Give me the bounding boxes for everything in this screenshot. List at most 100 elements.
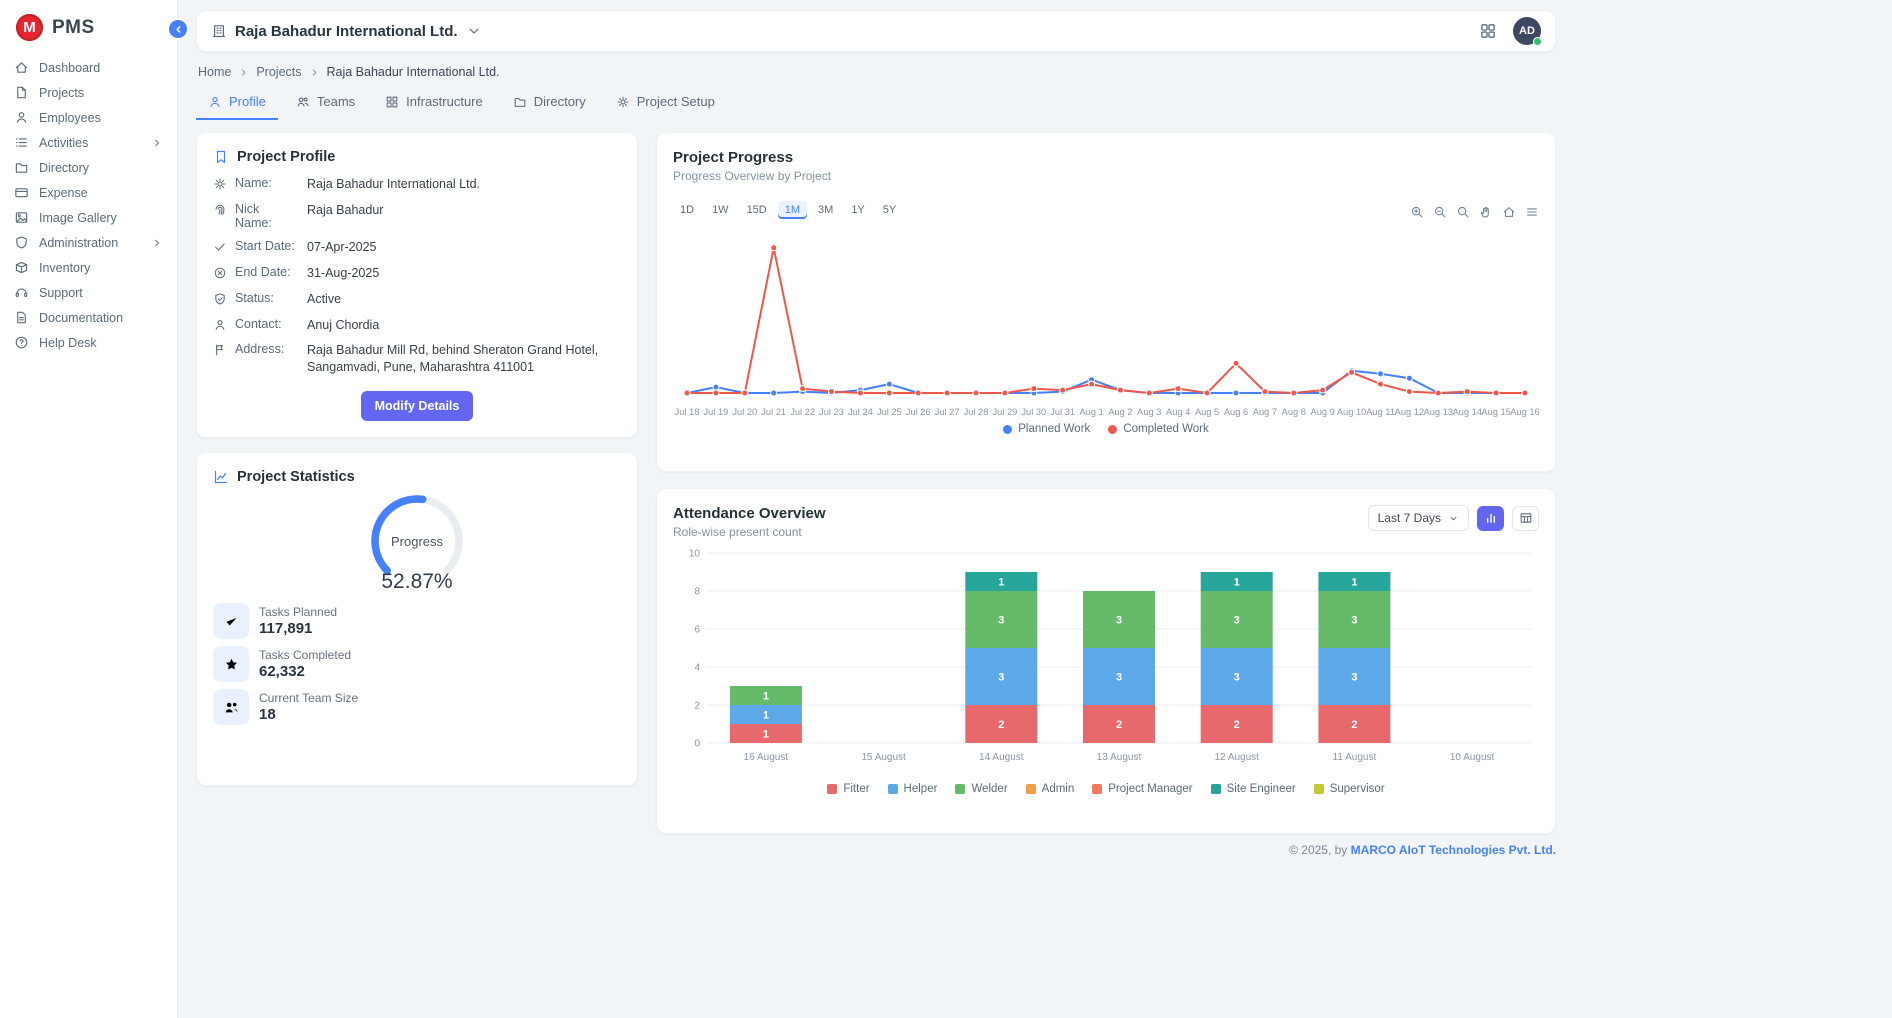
range-button-5y[interactable]: 5Y xyxy=(876,201,903,219)
legend-item-fitter[interactable]: Fitter xyxy=(827,783,869,795)
dashboard-icon xyxy=(14,60,29,75)
svg-text:0: 0 xyxy=(694,739,700,750)
range-button-1w[interactable]: 1W xyxy=(705,201,736,219)
legend-item-completed-work[interactable]: Completed Work xyxy=(1108,423,1208,435)
svg-text:Jul 21: Jul 21 xyxy=(761,407,786,417)
svg-text:Aug 7: Aug 7 xyxy=(1253,407,1277,417)
footer-link[interactable]: MARCO AIoT Technologies Pvt. Ltd. xyxy=(1351,843,1556,857)
range-button-1m[interactable]: 1M xyxy=(778,201,807,219)
svg-text:1: 1 xyxy=(763,729,769,741)
svg-text:3: 3 xyxy=(1234,615,1240,627)
left-column: Project Profile Name:Raja Bahadur Intern… xyxy=(196,132,638,786)
tab-profile[interactable]: Profile xyxy=(196,87,278,120)
svg-text:Jul 23: Jul 23 xyxy=(819,407,844,417)
table-view-button[interactable] xyxy=(1512,506,1539,531)
tab-label: Infrastructure xyxy=(406,94,483,109)
tab-teams[interactable]: Teams xyxy=(284,87,367,120)
flag-icon xyxy=(213,343,227,357)
logo-text: PMS xyxy=(52,17,95,39)
range-button-1y[interactable]: 1Y xyxy=(844,201,871,219)
sidebar-collapse-button[interactable] xyxy=(169,20,187,38)
legend-item-welder[interactable]: Welder xyxy=(955,783,1007,795)
field-value: Raja Bahadur International Ltd. xyxy=(307,176,621,193)
svg-text:Jul 22: Jul 22 xyxy=(790,407,815,417)
content-grid: Project Profile Name:Raja Bahadur Intern… xyxy=(196,132,1556,834)
svg-text:Jul 29: Jul 29 xyxy=(992,407,1017,417)
tab-infrastructure[interactable]: Infrastructure xyxy=(373,87,495,120)
tab-directory[interactable]: Directory xyxy=(501,87,598,120)
sidebar-item-documentation[interactable]: Documentation xyxy=(0,305,177,330)
svg-text:Jul 30: Jul 30 xyxy=(1021,407,1046,417)
zoom-out-icon[interactable] xyxy=(1433,205,1447,219)
legend-item-supervisor[interactable]: Supervisor xyxy=(1314,783,1385,795)
selection-zoom-icon[interactable] xyxy=(1456,205,1470,219)
svg-text:Aug 4: Aug 4 xyxy=(1166,407,1190,417)
avatar[interactable]: AD xyxy=(1513,17,1541,45)
app-root: M PMS DashboardProjectsEmployeesActiviti… xyxy=(0,0,1892,863)
legend-item-site-engineer[interactable]: Site Engineer xyxy=(1211,783,1296,795)
legend-item-admin[interactable]: Admin xyxy=(1026,783,1075,795)
legend-item-helper[interactable]: Helper xyxy=(888,783,938,795)
footer-text: © 2025, by xyxy=(1289,843,1347,857)
sidebar-item-activities[interactable]: Activities xyxy=(0,130,177,155)
chevron-right-icon xyxy=(151,137,163,149)
main-content: Raja Bahadur International Ltd. AD Home P… xyxy=(178,0,1892,863)
legend-label: Site Engineer xyxy=(1227,783,1296,795)
breadcrumb-item-projects[interactable]: Projects xyxy=(256,65,301,79)
stat-label: Tasks Completed xyxy=(259,648,351,662)
sidebar-item-support[interactable]: Support xyxy=(0,280,177,305)
tab-label: Profile xyxy=(229,94,266,109)
svg-text:Jul 25: Jul 25 xyxy=(877,407,902,417)
modify-details-button[interactable]: Modify Details xyxy=(361,391,474,421)
field-row-end-date: End Date:31-Aug-2025 xyxy=(213,265,621,282)
sidebar-item-administration[interactable]: Administration xyxy=(0,230,177,255)
pan-icon[interactable] xyxy=(1479,205,1493,219)
stat-row-current-team-size: Current Team Size18 xyxy=(213,689,621,725)
sidebar-item-label: Image Gallery xyxy=(39,211,117,225)
help-desk-icon xyxy=(14,335,29,350)
home-icon[interactable] xyxy=(1502,205,1516,219)
svg-text:Jul 20: Jul 20 xyxy=(732,407,757,417)
tab-project-setup[interactable]: Project Setup xyxy=(604,87,727,120)
date-range-select[interactable]: Last 7 Days xyxy=(1368,505,1469,531)
bookmark-icon xyxy=(213,149,229,165)
svg-text:11 August: 11 August xyxy=(1333,752,1377,763)
sidebar-item-projects[interactable]: Projects xyxy=(0,80,177,105)
sidebar-item-directory[interactable]: Directory xyxy=(0,155,177,180)
app-logo: M PMS xyxy=(0,10,177,55)
project-statistics-card: Project Statistics Progress52.87% Tasks … xyxy=(196,452,638,786)
legend-item-planned-work[interactable]: Planned Work xyxy=(1003,423,1090,435)
range-button-3m[interactable]: 3M xyxy=(811,201,840,219)
breadcrumb-item-home[interactable]: Home xyxy=(198,65,231,79)
sidebar-item-dashboard[interactable]: Dashboard xyxy=(0,55,177,80)
team-icon xyxy=(213,689,249,725)
range-button-1d[interactable]: 1D xyxy=(673,201,701,219)
sidebar-item-inventory[interactable]: Inventory xyxy=(0,255,177,280)
legend-item-project-manager[interactable]: Project Manager xyxy=(1092,783,1192,795)
company-selector[interactable]: Raja Bahadur International Ltd. xyxy=(211,23,482,40)
bar-view-button[interactable] xyxy=(1477,506,1504,531)
svg-text:4: 4 xyxy=(694,663,700,674)
legend-swatch xyxy=(955,784,965,794)
range-selector: 1D1W15D1M3M1Y 5Y xyxy=(673,201,903,219)
svg-text:Jul 26: Jul 26 xyxy=(906,407,931,417)
svg-text:Aug 13: Aug 13 xyxy=(1424,407,1453,417)
svg-text:3: 3 xyxy=(1116,615,1122,627)
stat-label: Tasks Planned xyxy=(259,605,337,619)
sidebar-item-employees[interactable]: Employees xyxy=(0,105,177,130)
svg-text:Aug 6: Aug 6 xyxy=(1224,407,1248,417)
field-label: Nick Name: xyxy=(235,202,299,230)
range-button-15d[interactable]: 15D xyxy=(740,201,774,219)
svg-text:1: 1 xyxy=(998,577,1004,589)
svg-text:Aug 5: Aug 5 xyxy=(1195,407,1219,417)
sidebar-item-image-gallery[interactable]: Image Gallery xyxy=(0,205,177,230)
sidebar-item-expense[interactable]: Expense xyxy=(0,180,177,205)
topbar-actions: AD xyxy=(1479,17,1541,45)
svg-text:1: 1 xyxy=(763,710,769,722)
breadcrumb: HomeProjectsRaja Bahadur International L… xyxy=(198,65,1554,79)
apps-grid-icon[interactable] xyxy=(1479,22,1497,40)
sidebar-item-help-desk[interactable]: Help Desk xyxy=(0,330,177,355)
menu-icon[interactable] xyxy=(1525,205,1539,219)
zoom-in-icon[interactable] xyxy=(1410,205,1424,219)
top-header: Raja Bahadur International Ltd. AD xyxy=(196,10,1556,52)
